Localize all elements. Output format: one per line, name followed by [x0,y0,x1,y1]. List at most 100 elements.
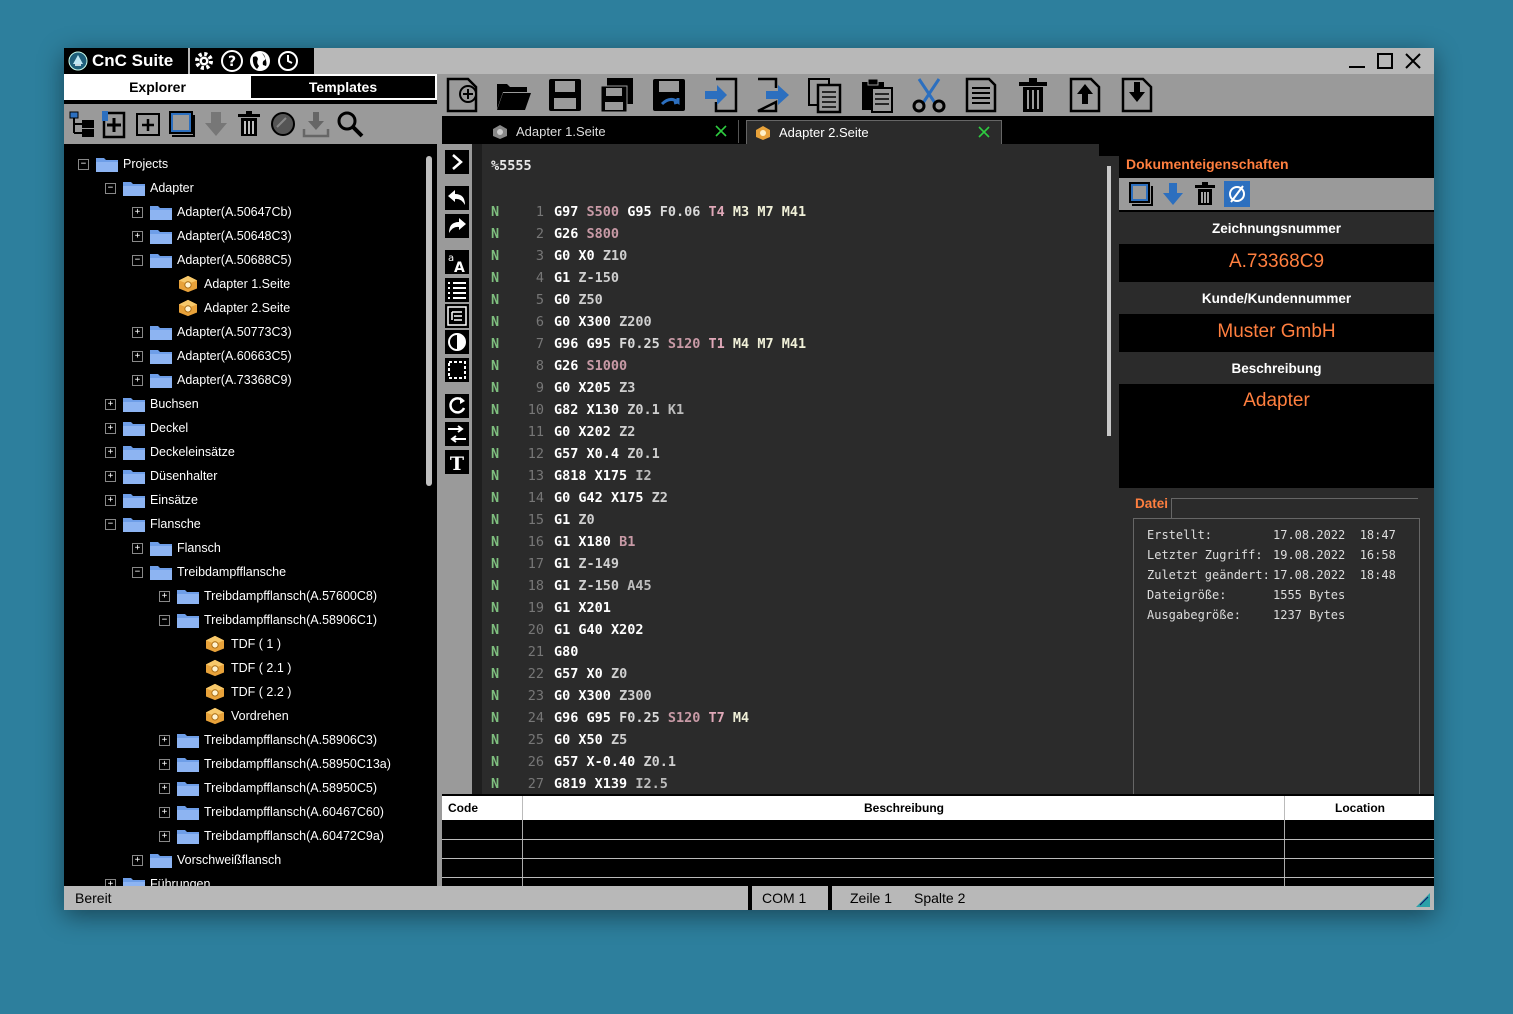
code-line[interactable]: N 13 G818 X175 I2 [482,465,1082,487]
expand-toggle-icon[interactable]: − [105,182,116,194]
paste-icon[interactable] [858,76,896,114]
search-icon[interactable] [335,109,365,139]
trash-icon[interactable] [1192,181,1218,207]
expand-toggle-icon[interactable]: − [78,158,89,170]
maximize-icon[interactable] [1374,50,1396,72]
tree-item[interactable]: + Treibdampfflansch(A.60472C9a) [159,824,384,848]
document-icon[interactable] [962,76,1000,114]
select-area-icon[interactable] [445,358,469,382]
code-line[interactable]: N 7 G96 G95 F0.25 S120 T1 M4 M7 M41 [482,333,1082,355]
trash-icon[interactable] [234,109,264,139]
code-line[interactable]: N 4 G1 Z-150 [482,267,1082,289]
tree-item[interactable]: + Treibdampfflansch(A.57600C8) [159,584,377,608]
tree-item[interactable]: + Adapter(A.50647Cb) [132,200,292,224]
editor-scrollbar[interactable] [1099,156,1119,794]
code-line[interactable]: N 25 G0 X50 Z5 [482,729,1082,751]
code-line[interactable]: N 15 G1 Z0 [482,509,1082,531]
tree-item[interactable]: + Adapter(A.73368C9) [132,368,292,392]
move-down-icon[interactable] [201,109,231,139]
download-icon[interactable] [1118,76,1156,114]
disc-icon[interactable] [268,109,298,139]
expand-toggle-icon[interactable]: + [159,758,170,770]
resize-grip-icon[interactable] [1414,891,1430,907]
tree-item[interactable]: Adapter 1.Seite [159,272,290,296]
close-tab-icon[interactable] [714,124,728,138]
cut-icon[interactable] [910,76,948,114]
scroll-thumb[interactable] [426,156,432,486]
text-icon[interactable]: T [445,450,469,474]
contrast-icon[interactable] [445,330,469,354]
code-line[interactable]: N 2 G26 S800 [482,223,1082,245]
undo-icon[interactable] [445,186,469,210]
expand-toggle-icon[interactable]: + [132,374,143,386]
clear-icon[interactable] [1224,181,1250,207]
code-line[interactable]: N 11 G0 X202 Z2 [482,421,1082,443]
expand-toggle-icon[interactable]: − [159,614,170,626]
help-icon[interactable]: ? [220,49,244,73]
code-line[interactable]: N 18 G1 Z-150 A45 [482,575,1082,597]
code-line[interactable]: N 6 G0 X300 Z200 [482,311,1082,333]
tree-item[interactable]: − Treibdampfflansch(A.58906C1) [159,608,377,632]
minimize-icon[interactable] [1346,50,1368,72]
column-location[interactable]: Location [1284,796,1434,820]
redo-icon[interactable] [445,214,469,238]
tree-item[interactable]: + Adapter(A.50648C3) [132,224,292,248]
tree-item[interactable]: + Vorschweißflansch [132,848,281,872]
code-line[interactable]: N 21 G80 [482,641,1082,663]
tree-item[interactable]: + Adapter(A.60663C5) [132,344,292,368]
code-line[interactable]: N 22 G57 X0 Z0 [482,663,1082,685]
expand-toggle-icon[interactable]: + [132,854,143,866]
column-description[interactable]: Beschreibung [522,796,1285,820]
expand-toggle-icon[interactable]: + [132,230,143,242]
export-file-icon[interactable] [754,76,792,114]
list-icon[interactable] [445,278,469,302]
window-icon[interactable] [167,109,197,139]
tree-item[interactable]: + Treibdampfflansch(A.58906C3) [159,728,377,752]
tree-item[interactable]: − Flansche [105,512,201,536]
history-icon[interactable] [276,49,300,73]
tree-view-icon[interactable] [68,109,98,139]
open-folder-icon[interactable] [494,76,532,114]
code-line[interactable]: N 24 G96 G95 F0.25 S120 T7 M4 [482,707,1082,729]
import-icon[interactable] [301,109,331,139]
save-icon[interactable] [546,76,584,114]
code-editor[interactable]: %5555 N 1 G97 S500 G95 F0.06 T4 M3 M7 M41 N… [482,144,1099,794]
new-file-icon[interactable] [100,109,130,139]
expand-toggle-icon[interactable]: + [105,878,116,886]
copy-icon[interactable] [806,76,844,114]
close-tab-icon[interactable] [977,125,991,139]
code-line[interactable]: N 12 G57 X0.4 Z0.1 [482,443,1082,465]
text-size-icon[interactable]: aA [445,250,469,274]
globe-icon[interactable] [248,49,272,73]
expand-toggle-icon[interactable]: + [132,350,143,362]
tree-item[interactable]: TDF ( 2.2 ) [186,680,291,704]
structure-icon[interactable] [445,304,469,328]
expand-toggle-icon[interactable]: + [105,422,116,434]
tree-item[interactable]: + Deckeleinsätze [105,440,235,464]
column-code[interactable]: Code [448,796,478,820]
arrow-down-icon[interactable] [1160,181,1186,207]
save-all-icon[interactable] [598,76,636,114]
expand-toggle-icon[interactable]: − [105,518,116,530]
code-line[interactable]: N 9 G0 X205 Z3 [482,377,1082,399]
description-value[interactable]: Adapter [1119,386,1434,486]
tab-templates[interactable]: Templates [251,76,435,98]
tree-item[interactable]: Vordrehen [186,704,289,728]
tree-item[interactable]: + Treibdampfflansch(A.58950C13a) [159,752,391,776]
expand-toggle-icon[interactable]: − [132,254,143,266]
tree-item[interactable]: + Buchsen [105,392,199,416]
expand-toggle-icon[interactable]: − [132,566,143,578]
tree-item[interactable]: − Adapter [105,176,194,200]
upload-icon[interactable] [1066,76,1104,114]
code-line[interactable]: N 26 G57 X-0.40 Z0.1 [482,751,1082,773]
tree-item[interactable]: + Flansch [132,536,221,560]
code-line[interactable]: N 8 G26 S1000 [482,355,1082,377]
code-line[interactable]: N 20 G1 G40 X202 [482,619,1082,641]
code-line[interactable]: N 1 G97 S500 G95 F0.06 T4 M3 M7 M41 [482,201,1082,223]
tree-item[interactable]: + Treibdampfflansch(A.60467C60) [159,800,384,824]
replace-icon[interactable] [445,422,469,446]
refresh-icon[interactable] [445,394,469,418]
tree-item[interactable]: + Adapter(A.50773C3) [132,320,292,344]
expand-toggle-icon[interactable]: + [159,830,170,842]
tree-item[interactable]: − Projects [78,152,168,176]
